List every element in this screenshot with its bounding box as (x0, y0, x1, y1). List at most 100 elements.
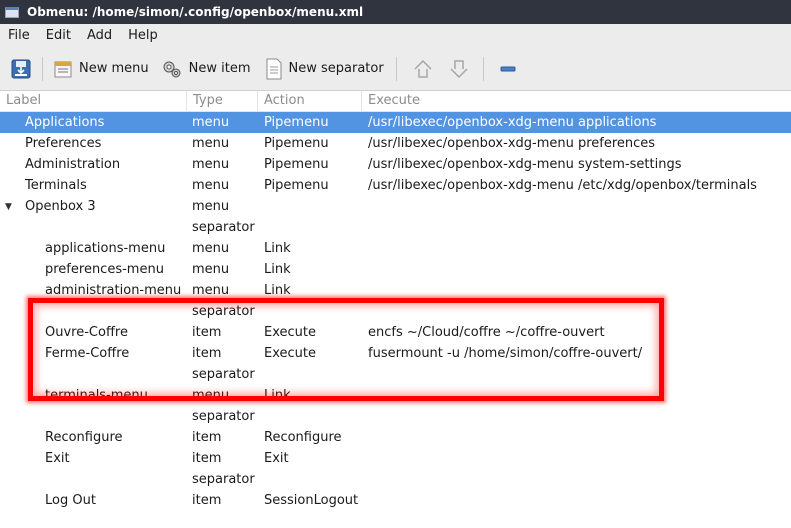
row-label: Log Out (45, 493, 96, 508)
save-icon (11, 59, 31, 78)
row-label: Openbox 3 (25, 199, 96, 214)
row-action: Pipemenu (264, 178, 329, 193)
menu-add[interactable]: Add (79, 28, 120, 43)
tree-row[interactable]: separator (0, 469, 791, 490)
row-execute: /usr/libexec/openbox-xdg-menu system-set… (368, 157, 682, 172)
toolbar-separator (395, 56, 397, 81)
toolbar-separator (42, 56, 43, 81)
row-type: menu (192, 136, 230, 151)
tree-row[interactable]: separator (0, 301, 791, 322)
row-action: Pipemenu (264, 115, 329, 130)
row-label: Ferme-Coffre (45, 346, 130, 361)
new-menu-button[interactable]: New menu (49, 54, 153, 84)
row-type: separator (192, 472, 255, 487)
tree-row[interactable]: Ferme-Coffre item Execute fusermount -u … (0, 343, 791, 364)
row-type: item (192, 493, 222, 508)
row-type: menu (192, 388, 230, 403)
column-header-type[interactable]: Type (187, 91, 258, 111)
move-up-button[interactable] (407, 54, 439, 84)
tree-row[interactable]: administration-menu menu Link (0, 280, 791, 301)
menu-file[interactable]: File (0, 28, 38, 43)
toolbar-separator (482, 56, 484, 81)
new-separator-button[interactable]: New separator (261, 54, 388, 84)
tree-row[interactable]: Reconfigure item Reconfigure (0, 427, 791, 448)
remove-button[interactable] (494, 54, 522, 84)
tree-row[interactable]: Ouvre-Coffre item Execute encfs ~/Cloud/… (0, 322, 791, 343)
row-label: Preferences (25, 136, 102, 151)
row-type: menu (192, 178, 230, 193)
move-down-icon (450, 59, 468, 78)
row-type: item (192, 451, 222, 466)
row-label: applications-menu (45, 241, 166, 256)
row-type: menu (192, 262, 230, 277)
row-type: item (192, 430, 222, 445)
row-action: Reconfigure (264, 430, 342, 445)
tree-row[interactable]: separator (0, 406, 791, 427)
tree-row[interactable]: ▼ Openbox 3 menu (0, 196, 791, 217)
tree-header: Label Type Action Execute (0, 91, 791, 112)
row-label: Applications (25, 115, 105, 130)
menubar: File Edit Add Help (0, 24, 791, 47)
tree-row[interactable]: Preferences menu Pipemenu /usr/libexec/o… (0, 133, 791, 154)
tree-row[interactable]: Terminals menu Pipemenu /usr/libexec/ope… (0, 175, 791, 196)
save-button[interactable] (6, 54, 36, 84)
row-execute: /usr/libexec/openbox-xdg-menu /etc/xdg/o… (368, 178, 757, 193)
window-titlebar[interactable]: Obmenu: /home/simon/.config/openbox/menu… (0, 0, 791, 24)
minus-icon (500, 66, 516, 71)
row-type: menu (192, 241, 230, 256)
row-label: preferences-menu (45, 262, 164, 277)
row-label: Terminals (25, 178, 87, 193)
toolbar: New menu New item New separator (0, 47, 791, 91)
menu-tree[interactable]: Label Type Action Execute Applications m… (0, 91, 791, 528)
row-execute: encfs ~/Cloud/coffre ~/coffre-ouvert (368, 325, 605, 340)
tree-rows: Applications menu Pipemenu /usr/libexec/… (0, 112, 791, 511)
tree-row[interactable]: Administration menu Pipemenu /usr/libexe… (0, 154, 791, 175)
row-action: SessionLogout (264, 493, 359, 508)
new-item-button[interactable]: New item (157, 54, 255, 84)
tree-row[interactable]: separator (0, 217, 791, 238)
row-action: Link (264, 283, 291, 298)
column-header-action[interactable]: Action (258, 91, 362, 111)
row-label: Reconfigure (45, 430, 123, 445)
gears-icon (163, 61, 181, 77)
new-menu-label: New menu (79, 61, 149, 76)
tree-row[interactable]: Exit item Exit (0, 448, 791, 469)
window-icon (5, 6, 19, 18)
row-action: Exit (264, 451, 289, 466)
document-icon (266, 58, 281, 79)
row-type: separator (192, 409, 255, 424)
row-action: Pipemenu (264, 136, 329, 151)
column-header-execute[interactable]: Execute (362, 91, 791, 111)
row-action: Link (264, 262, 291, 277)
tree-row[interactable]: terminals-menu menu Link (0, 385, 791, 406)
row-type: menu (192, 199, 230, 214)
row-action: Pipemenu (264, 157, 329, 172)
expander-arrow-icon[interactable]: ▼ (5, 202, 15, 212)
column-header-label[interactable]: Label (0, 91, 187, 111)
row-label: Exit (45, 451, 70, 466)
menu-edit[interactable]: Edit (38, 28, 79, 43)
row-execute: fusermount -u /home/simon/coffre-ouvert/ (368, 346, 643, 361)
tree-row[interactable]: Log Out item SessionLogout (0, 490, 791, 511)
window-title: Obmenu: /home/simon/.config/openbox/menu… (27, 5, 364, 19)
menu-help[interactable]: Help (120, 28, 166, 43)
tree-row[interactable]: separator (0, 364, 791, 385)
tree-row[interactable]: applications-menu menu Link (0, 238, 791, 259)
row-action: Link (264, 388, 291, 403)
new-menu-icon (54, 61, 72, 77)
row-action: Execute (264, 346, 316, 361)
row-label: Ouvre-Coffre (45, 325, 128, 340)
row-action: Execute (264, 325, 316, 340)
row-action: Link (264, 241, 291, 256)
move-down-button[interactable] (443, 54, 475, 84)
new-item-label: New item (188, 61, 251, 76)
row-type: separator (192, 367, 255, 382)
row-type: menu (192, 283, 230, 298)
tree-row[interactable]: Applications menu Pipemenu /usr/libexec/… (0, 112, 791, 133)
row-type: item (192, 346, 222, 361)
tree-row[interactable]: preferences-menu menu Link (0, 259, 791, 280)
row-execute: /usr/libexec/openbox-xdg-menu preference… (368, 136, 656, 151)
move-up-icon (414, 59, 432, 78)
row-type: item (192, 325, 222, 340)
row-type: separator (192, 220, 255, 235)
